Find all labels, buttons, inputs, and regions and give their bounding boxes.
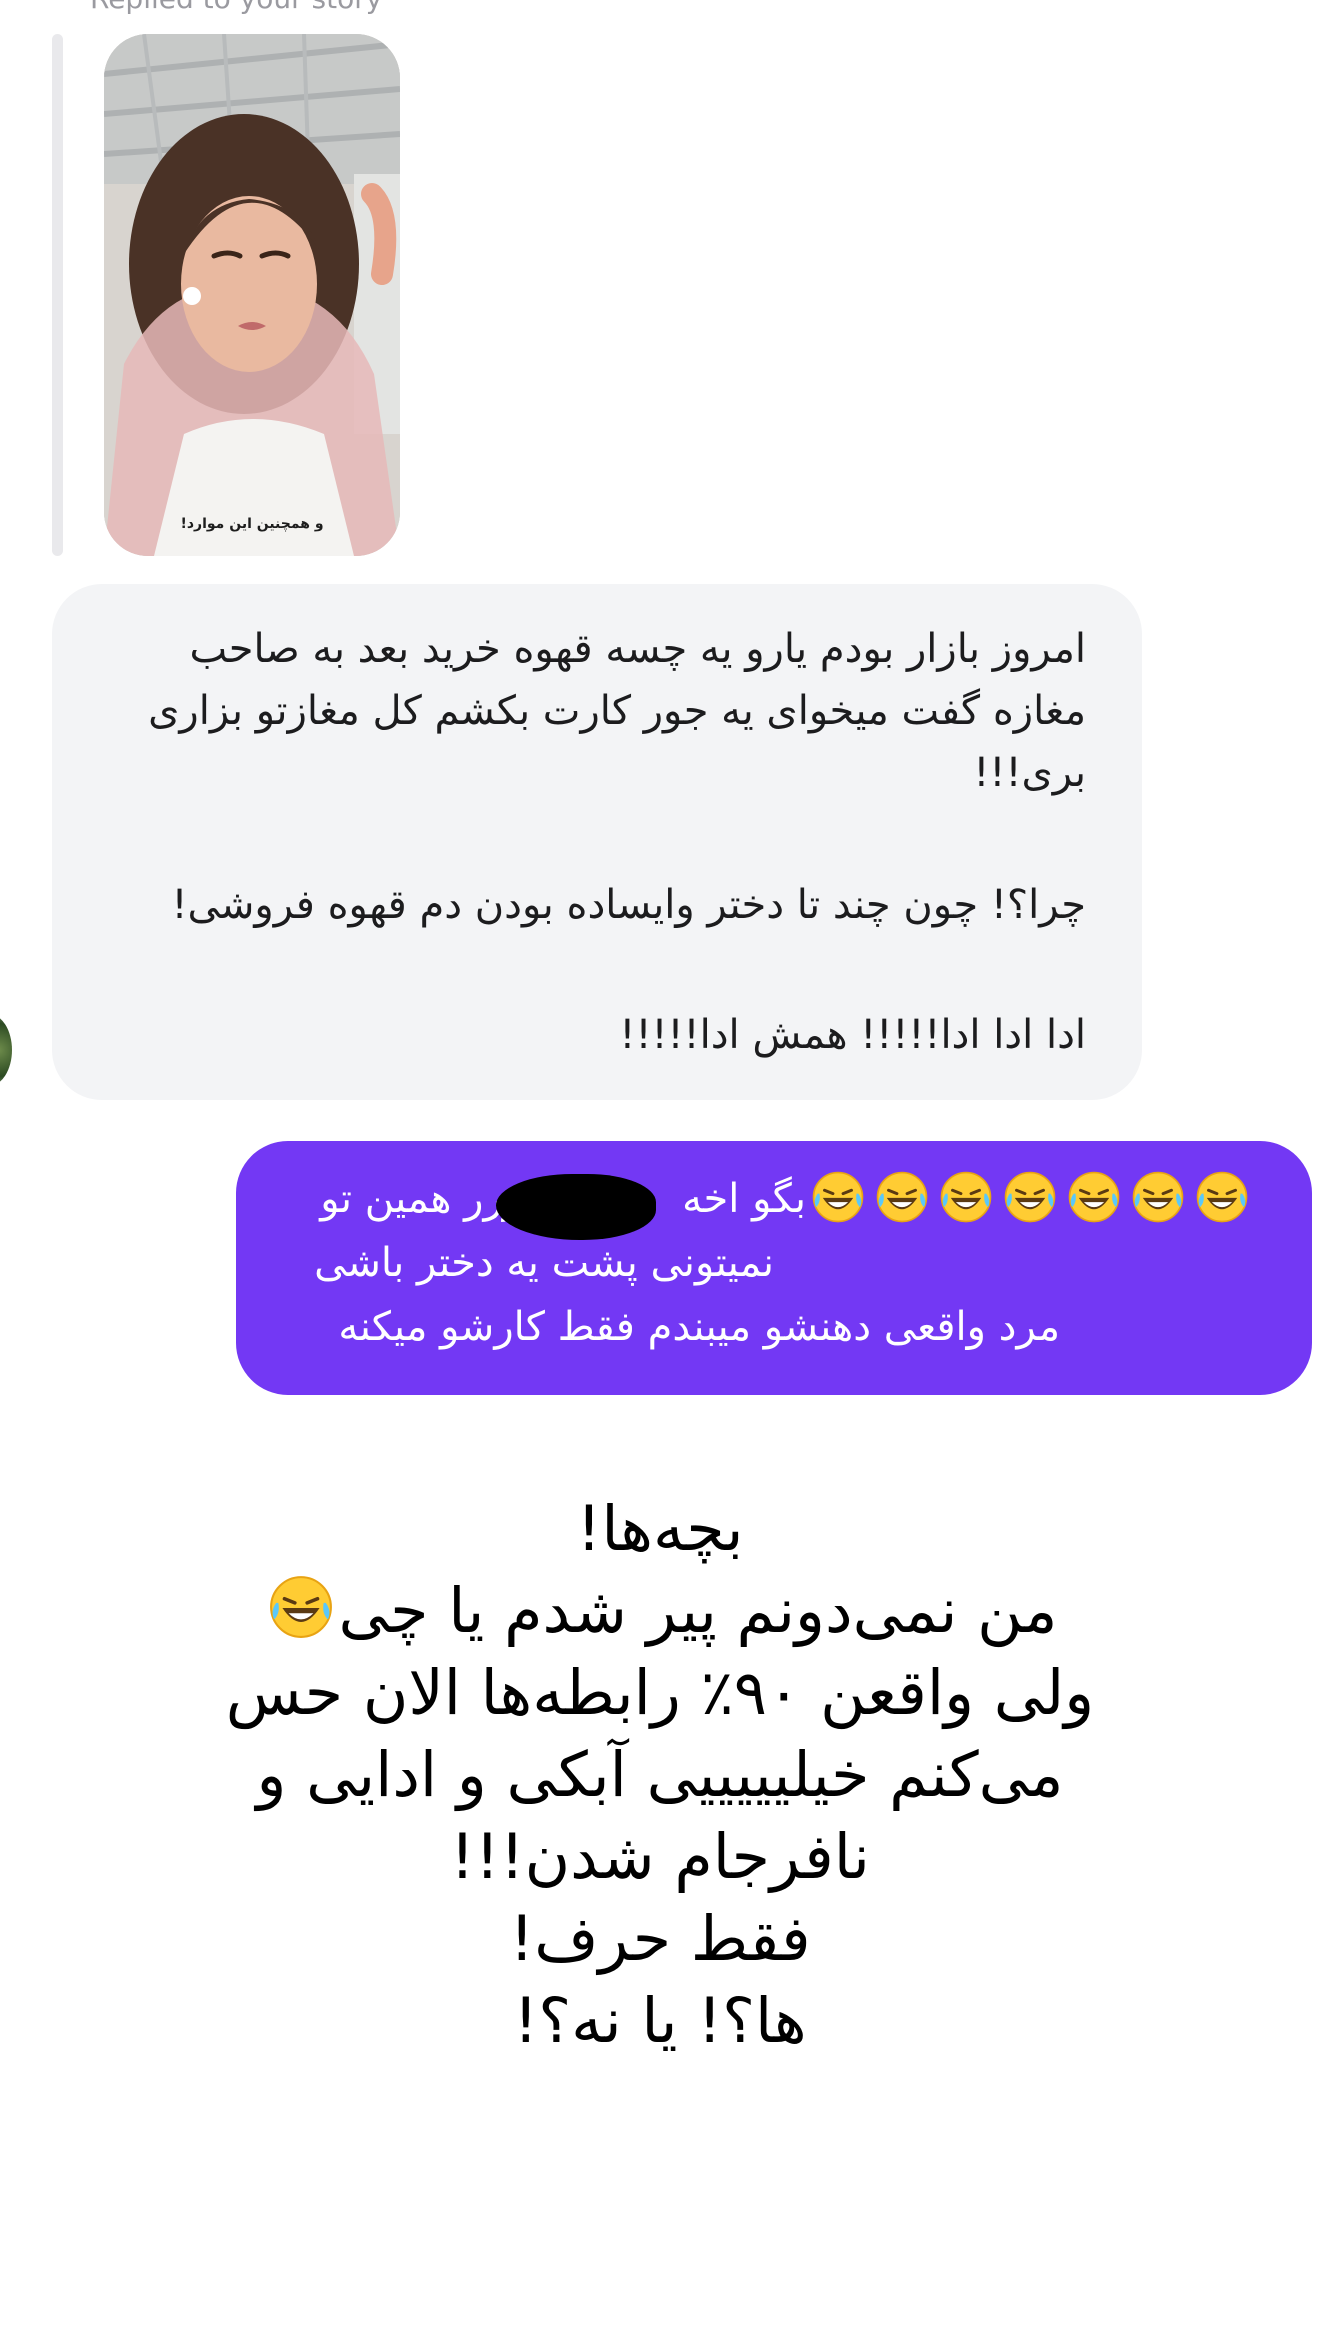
outgoing-message-bubble[interactable]: بگو اخه ررر همین تو نمیتونی پشت یه دختر ب… xyxy=(236,1141,1312,1395)
emoji-row xyxy=(806,1176,1254,1222)
rolling-on-floor-laughing-emoji-icon xyxy=(939,1170,993,1224)
incoming-line: بری!!! xyxy=(973,750,1086,796)
rolling-on-floor-laughing-emoji-icon xyxy=(1195,1170,1249,1224)
caption-line: فقط حرف! xyxy=(509,1902,811,1975)
replied-to-story-label: Replied to your story xyxy=(90,0,382,15)
outgoing-line-3: مرد واقعی دهنشو میبندم فقط کارشو میکنه xyxy=(338,1304,1060,1350)
incoming-line: چرا؟! چون چند تا دختر وایساده بودن دم قه… xyxy=(171,882,1086,928)
incoming-message-bubble[interactable]: امروز بازار بودم یارو یه چسه قهوه خرید ب… xyxy=(52,584,1142,1100)
chat-screen: Replied to your story و همچنین این موارد… xyxy=(0,0,1320,2346)
outgoing-text: ررر همین تو xyxy=(320,1176,523,1222)
rolling-on-floor-laughing-emoji-icon xyxy=(268,1574,334,1640)
rolling-on-floor-laughing-emoji-icon xyxy=(875,1170,929,1224)
outgoing-text: بگو اخه xyxy=(682,1176,806,1222)
story-caption: و همچنین این موارد! xyxy=(180,516,324,532)
caption-line: بچه‌ها! xyxy=(576,1492,744,1565)
reply-quote-bar xyxy=(52,34,63,556)
rolling-on-floor-laughing-emoji-icon xyxy=(1131,1170,1185,1224)
caption-text: من نمی‌دونم پیر شدم یا چی xyxy=(338,1574,1058,1647)
rolling-on-floor-laughing-emoji-icon xyxy=(811,1170,865,1224)
caption-line: ولی واقعن ۹۰٪ رابطه‌ها الان حس xyxy=(225,1656,1095,1729)
caption-line: نافرجام شدن!!! xyxy=(450,1820,870,1893)
outgoing-line-1: بگو اخه ررر همین تو xyxy=(320,1169,1254,1229)
story-caption-text: بچه‌ها! من نمی‌دونم پیر شدم یا چی ولی وا… xyxy=(0,1488,1320,2062)
caption-line: می‌کنم خیلیییییی آبکی و ادایی و xyxy=(256,1738,1064,1811)
rolling-on-floor-laughing-emoji-icon xyxy=(1067,1170,1121,1224)
caption-line: ها؟! یا نه؟! xyxy=(513,1984,807,2057)
incoming-line: ادا ادا ادا!!!!! همش ادا!!!!! xyxy=(619,1012,1086,1058)
incoming-line: امروز بازار بودم یارو یه چسه قهوه خرید ب… xyxy=(189,626,1086,672)
incoming-line: مغازه گفت میخوای یه جور کارت بکشم کل مغا… xyxy=(148,688,1086,734)
sender-avatar[interactable] xyxy=(0,1014,12,1086)
caption-line-with-emoji: من نمی‌دونم پیر شدم یا چی xyxy=(0,1570,1320,1652)
rolling-on-floor-laughing-emoji-icon xyxy=(1003,1170,1057,1224)
story-thumbnail[interactable]: و همچنین این موارد! xyxy=(104,34,400,556)
outgoing-line-2: نمیتونی پشت یه دختر باشی xyxy=(314,1240,774,1286)
story-image xyxy=(104,34,400,556)
